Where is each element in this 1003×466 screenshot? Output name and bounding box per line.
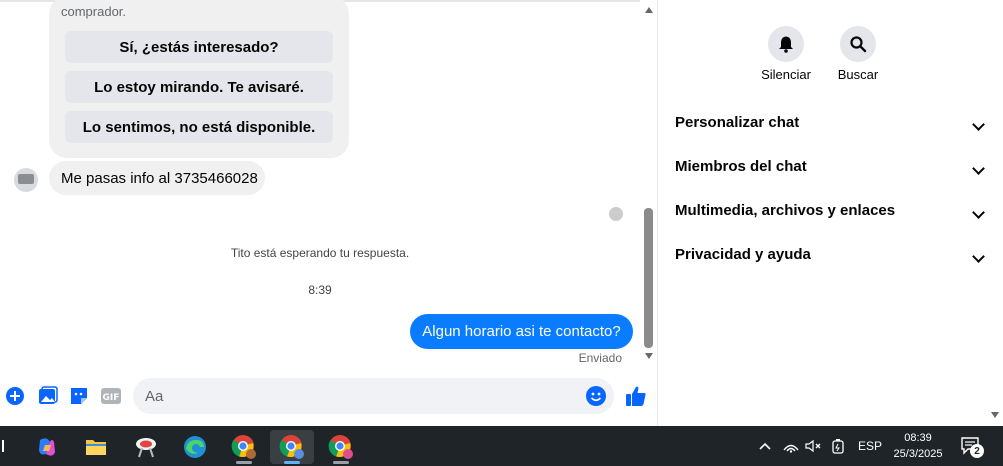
tray-overflow-icon[interactable] bbox=[758, 426, 772, 466]
image-icon[interactable] bbox=[38, 386, 58, 406]
sticker-icon[interactable] bbox=[69, 386, 89, 406]
scroll-up-icon[interactable] bbox=[645, 7, 653, 13]
language-indicator[interactable]: ESP bbox=[858, 426, 882, 466]
seen-avatar-icon bbox=[609, 207, 623, 221]
chat-info-sidebar: Silenciar Buscar Personalizar chat Miemb… bbox=[659, 0, 1003, 426]
section-label: Privacidad y ayuda bbox=[675, 246, 811, 263]
clock-date: 25/3/2025 bbox=[893, 448, 943, 460]
battery-icon[interactable] bbox=[831, 426, 845, 466]
outgoing-message[interactable]: Algun horario asi te contacto? bbox=[410, 314, 633, 349]
chrome-profile-1-icon[interactable] bbox=[222, 430, 266, 464]
section-privacy-help[interactable]: Privacidad y ayuda bbox=[675, 246, 985, 268]
running-indicator bbox=[333, 461, 349, 464]
message-timestamp: 8:39 bbox=[308, 283, 332, 297]
gif-icon-label: GIF bbox=[103, 393, 120, 403]
emoji-icon[interactable] bbox=[586, 386, 606, 406]
message-input[interactable] bbox=[145, 386, 565, 406]
chat-panel: comprador. Sí, ¿estás interesado? Lo est… bbox=[0, 0, 658, 426]
volume-muted-icon[interactable] bbox=[805, 426, 823, 466]
sent-status: Enviado bbox=[578, 351, 622, 365]
notification-badge: 2 bbox=[970, 444, 984, 458]
section-label: Miembros del chat bbox=[675, 158, 807, 175]
clock-time: 08:39 bbox=[904, 432, 932, 444]
task-view-icon[interactable] bbox=[2, 440, 4, 452]
search-button[interactable] bbox=[840, 26, 876, 62]
chevron-down-icon bbox=[972, 118, 985, 131]
incoming-message[interactable]: Me pasas info al 3735466028 bbox=[49, 161, 265, 195]
active-indicator bbox=[284, 461, 300, 464]
section-label: Personalizar chat bbox=[675, 114, 800, 131]
search-icon bbox=[850, 36, 867, 53]
gif-icon[interactable]: GIF bbox=[100, 386, 122, 406]
chevron-down-icon bbox=[972, 206, 985, 219]
section-label: Multimedia, archivos y enlaces bbox=[675, 202, 896, 219]
quick-reply-button-1[interactable]: Sí, ¿estás interesado? bbox=[65, 31, 333, 63]
section-media-files-links[interactable]: Multimedia, archivos y enlaces bbox=[675, 202, 985, 224]
bell-icon bbox=[779, 36, 793, 53]
notifications-icon[interactable]: 2 bbox=[960, 426, 984, 466]
scroll-down-icon[interactable] bbox=[645, 353, 653, 359]
chrome-profile-3-icon[interactable] bbox=[319, 430, 363, 464]
message-input-wrapper[interactable] bbox=[133, 378, 614, 414]
avatar[interactable] bbox=[14, 168, 38, 192]
mute-button[interactable] bbox=[768, 26, 804, 62]
messenger-window: comprador. Sí, ¿estás interesado? Lo est… bbox=[0, 0, 1003, 426]
snipping-tool-icon[interactable] bbox=[124, 430, 168, 464]
like-icon[interactable] bbox=[625, 386, 647, 406]
edge-icon[interactable] bbox=[173, 430, 217, 464]
chrome-profile-2-icon[interactable] bbox=[270, 430, 314, 464]
chevron-down-icon bbox=[972, 250, 985, 263]
card-text: comprador. bbox=[61, 4, 127, 19]
section-chat-members[interactable]: Miembros del chat bbox=[675, 158, 985, 180]
system-clock[interactable]: 08:39 25/3/2025 bbox=[880, 430, 956, 462]
wifi-icon[interactable] bbox=[782, 426, 800, 466]
quick-reply-button-3[interactable]: Lo sentimos, no está disponible. bbox=[65, 111, 333, 143]
sidebar-scroll-down-icon[interactable] bbox=[991, 412, 999, 418]
file-explorer-icon[interactable] bbox=[74, 430, 118, 464]
message-composer: GIF bbox=[0, 376, 658, 416]
windows-taskbar: ESP 08:39 25/3/2025 2 bbox=[0, 426, 1003, 466]
copilot-icon[interactable] bbox=[25, 430, 69, 464]
chat-scrollbar[interactable] bbox=[643, 0, 655, 366]
mute-label: Silenciar bbox=[761, 67, 811, 82]
search-label: Buscar bbox=[837, 67, 879, 82]
running-indicator bbox=[236, 461, 252, 464]
chevron-down-icon bbox=[972, 162, 985, 175]
quick-reply-button-2[interactable]: Lo estoy mirando. Te avisaré. bbox=[65, 71, 333, 103]
plus-icon[interactable] bbox=[5, 386, 25, 406]
section-personalize-chat[interactable]: Personalizar chat bbox=[675, 114, 985, 136]
waiting-notice: Tito está esperando tu respuesta. bbox=[230, 246, 410, 260]
scroll-thumb[interactable] bbox=[644, 208, 653, 348]
